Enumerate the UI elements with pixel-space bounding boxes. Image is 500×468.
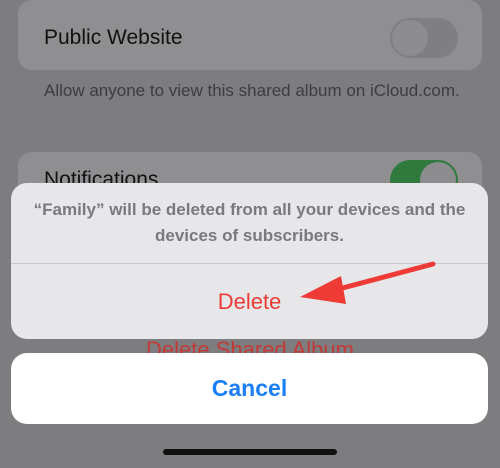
action-sheet-message-text: “Family” will be deleted from all your d…: [33, 200, 466, 245]
public-website-footnote: Allow anyone to view this shared album o…: [44, 81, 460, 100]
delete-button[interactable]: Delete: [11, 264, 488, 339]
delete-shared-album-button[interactable]: Delete Shared Album: [0, 339, 500, 353]
public-website-toggle[interactable]: [390, 18, 458, 58]
toggle-knob: [392, 20, 428, 56]
cancel-button[interactable]: Cancel: [11, 353, 488, 424]
public-website-row[interactable]: Public Website: [18, 0, 482, 70]
action-sheet-message: “Family” will be deleted from all your d…: [11, 183, 488, 263]
public-website-label: Public Website: [44, 26, 183, 49]
action-sheet: “Family” will be deleted from all your d…: [11, 183, 488, 339]
home-indicator: [163, 449, 337, 455]
delete-shared-album-label: Delete Shared Album: [146, 339, 354, 353]
